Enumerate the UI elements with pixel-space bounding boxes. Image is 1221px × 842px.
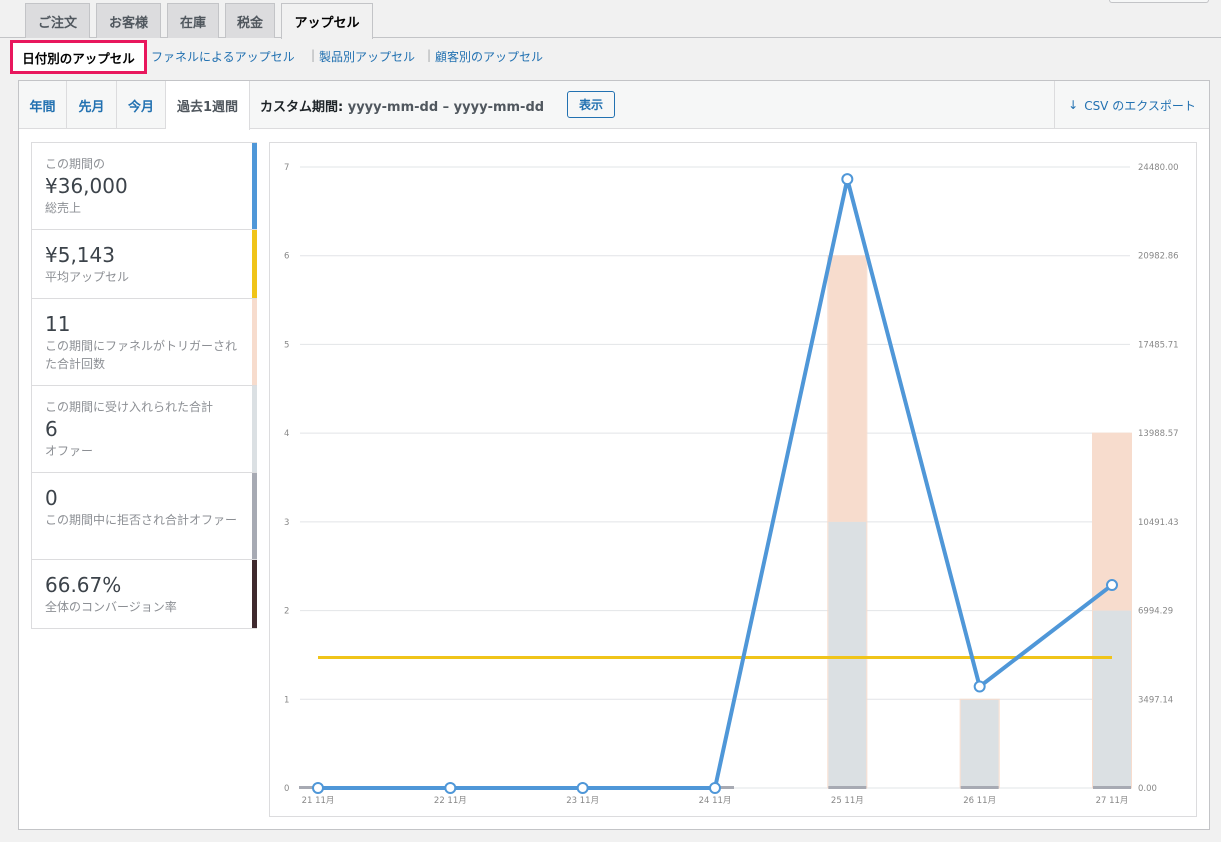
- y-tick-right: 20982.86: [1138, 252, 1179, 262]
- subnav-by-product[interactable]: 製品別アップセル: [319, 48, 415, 65]
- gross-sales-point: [444, 782, 457, 794]
- chart-legend: この期間の ¥36,000 総売上 ¥5,143 平均アップセル 11 この期間…: [31, 142, 257, 629]
- legend-color-bar: [252, 143, 257, 229]
- legend-post: オファー: [45, 444, 94, 458]
- gross-sales-point: [841, 173, 854, 186]
- legend-pre: この期間に受け入れられた合計: [45, 400, 214, 414]
- y-tick-right: 0.00: [1138, 784, 1157, 794]
- y-tick-right: 24480.00: [1138, 163, 1179, 173]
- range-last-month[interactable]: 先月: [67, 81, 117, 129]
- legend-item-conversion-rate[interactable]: 66.67% 全体のコンバージョン率: [31, 559, 257, 629]
- y-tick-left: 4: [284, 429, 289, 439]
- gross-sales-point: [312, 782, 324, 794]
- tab-upsells[interactable]: アップセル: [281, 3, 373, 39]
- y-tick-right: 10491.43: [1138, 518, 1179, 528]
- y-tick-left: 2: [284, 607, 289, 617]
- tab-stock[interactable]: 在庫: [167, 3, 219, 38]
- bar-rejected: [1093, 786, 1131, 789]
- legend-color-bar: [252, 560, 257, 628]
- y-tick-left: 0: [284, 784, 289, 794]
- x-tick: 27 11月: [1096, 796, 1129, 806]
- legend-post: この期間にファネルがトリガーされた合計回数: [45, 339, 238, 371]
- range-this-month[interactable]: 今月: [117, 81, 166, 129]
- legend-item-funnel-triggers[interactable]: 11 この期間にファネルがトリガーされた合計回数: [31, 298, 257, 385]
- x-tick: 22 11月: [434, 796, 467, 806]
- legend-value: 6: [45, 417, 58, 441]
- range-last-7-days[interactable]: 過去1週間: [166, 81, 250, 130]
- tab-taxes[interactable]: 税金: [225, 3, 275, 38]
- custom-range-label: カスタム期間:: [260, 100, 344, 115]
- legend-color-bar: [252, 230, 257, 298]
- legend-pre: この期間の: [45, 157, 106, 171]
- bar-rejected: [960, 786, 999, 789]
- legend-value: 0: [45, 486, 58, 510]
- legend-color-bar: [252, 299, 257, 385]
- show-button[interactable]: 表示: [567, 91, 615, 118]
- subnav-by-date[interactable]: 日付別のアップセル: [10, 40, 147, 74]
- upsell-chart: 0 1 2 3 4 5 6 7 0.00 3497.14 6994.29 10491.43 13988.…: [284, 163, 1179, 806]
- bar-triggered: [828, 255, 867, 522]
- legend-value: ¥36,000: [45, 174, 128, 198]
- tab-orders[interactable]: ご注文: [25, 3, 90, 38]
- export-csv-label: CSV のエクスポート: [1084, 98, 1196, 113]
- bar-accepted: [960, 699, 999, 788]
- gross-sales-point: [709, 782, 721, 794]
- gross-sales-point: [973, 680, 986, 693]
- subnav-by-funnel[interactable]: ファネルによるアップセル: [151, 48, 295, 65]
- top-tabs: ご注文 お客様 在庫 税金 アップセル: [0, 0, 1221, 39]
- legend-value: 66.67%: [45, 573, 122, 597]
- custom-range-dates[interactable]: yyyy-mm-dd – yyyy-mm-dd: [348, 100, 544, 115]
- bar-accepted: [828, 521, 867, 788]
- legend-color-bar: [252, 386, 257, 472]
- x-tick: 23 11月: [566, 796, 599, 806]
- legend-item-average-upsell[interactable]: ¥5,143 平均アップセル: [31, 229, 257, 298]
- report-panel: 年間 先月 今月 過去1週間 カスタム期間: yyyy-mm-dd – yyyy…: [18, 80, 1210, 830]
- x-tick: 26 11月: [963, 796, 996, 806]
- legend-item-accepted-offers[interactable]: この期間に受け入れられた合計 6 オファー: [31, 385, 257, 472]
- gross-sales-point: [576, 782, 589, 794]
- legend-item-gross-sales[interactable]: この期間の ¥36,000 総売上: [31, 142, 257, 229]
- range-year[interactable]: 年間: [19, 81, 67, 129]
- gross-sales-point: [1106, 579, 1118, 592]
- y-tick-left: 5: [284, 340, 289, 350]
- legend-item-rejected-offers[interactable]: 0 この期間中に拒否され合計オファー: [31, 472, 257, 559]
- chart-area: 0 1 2 3 4 5 6 7 0.00 3497.14 6994.29 10491.43 13988.…: [269, 142, 1197, 817]
- subnav-by-customer[interactable]: 顧客別のアップセル: [435, 48, 543, 65]
- custom-range: カスタム期間: yyyy-mm-dd – yyyy-mm-dd: [260, 96, 544, 115]
- y-tick-left: 1: [284, 695, 289, 705]
- subnav-separator: |: [311, 48, 316, 62]
- subnav-separator: |: [427, 48, 432, 62]
- y-tick-right: 3497.14: [1138, 695, 1173, 705]
- legend-post: 全体のコンバージョン率: [45, 600, 177, 614]
- tab-customers[interactable]: お客様: [96, 3, 161, 38]
- gross-sales-line: [318, 178, 1114, 790]
- y-tick-right: 13988.57: [1138, 429, 1179, 439]
- legend-post: 平均アップセル: [45, 270, 130, 284]
- bar-rejected: [828, 786, 867, 789]
- y-tick-right: 17485.71: [1138, 340, 1179, 350]
- export-csv-button[interactable]: ↓ CSV のエクスポート: [1054, 81, 1209, 129]
- legend-post: この期間中に拒否され合計オファー: [45, 513, 238, 527]
- y-tick-left: 6: [284, 252, 289, 262]
- x-tick: 21 11月: [302, 796, 335, 806]
- x-tick: 24 11月: [699, 796, 732, 806]
- y-tick-left: 7: [284, 163, 289, 173]
- legend-post: 総売上: [45, 201, 82, 215]
- x-tick: 25 11月: [831, 796, 864, 806]
- y-tick-right: 6994.29: [1138, 607, 1173, 617]
- legend-value: 11: [45, 312, 71, 336]
- range-bar: 年間 先月 今月 過去1週間 カスタム期間: yyyy-mm-dd – yyyy…: [19, 81, 1209, 130]
- legend-color-bar: [252, 473, 257, 559]
- y-tick-left: 3: [284, 518, 289, 528]
- arrow-down-icon: ↓: [1068, 98, 1079, 112]
- legend-value: ¥5,143: [45, 243, 115, 267]
- bar-accepted: [1093, 610, 1131, 788]
- screen-options-tab[interactable]: [1109, 0, 1209, 3]
